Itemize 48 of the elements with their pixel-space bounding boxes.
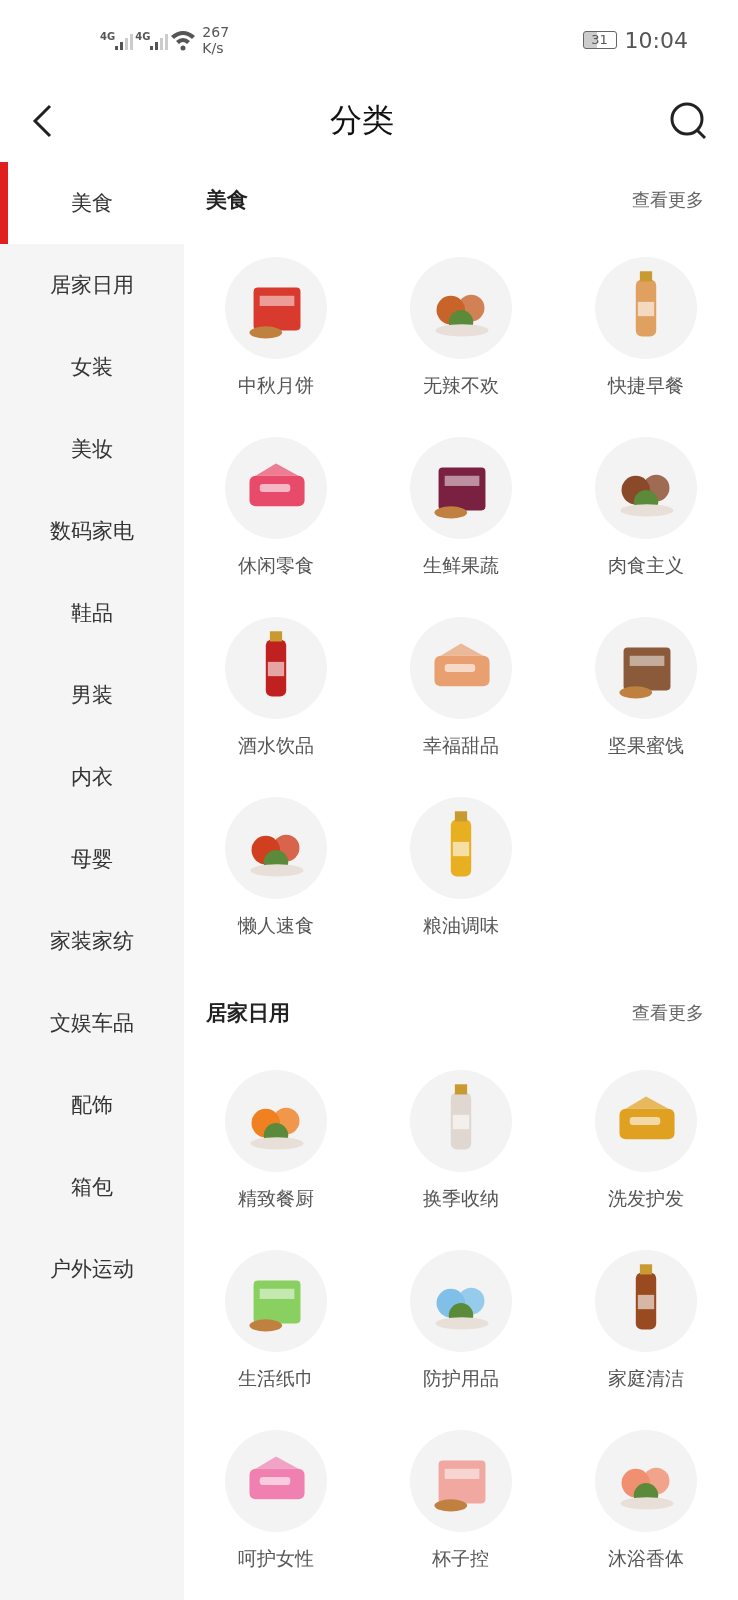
- category-label[interactable]: 沐浴香体: [607, 1546, 684, 1570]
- page-title: 分类: [330, 100, 394, 141]
- sidebar-item[interactable]: 美食: [0, 162, 184, 244]
- category-label[interactable]: 粮油调味: [423, 913, 499, 937]
- search-icon[interactable]: [670, 102, 708, 140]
- category-label[interactable]: 家庭清洁: [607, 1366, 684, 1390]
- network-type: 4G: [135, 30, 151, 42]
- network-speed: 267: [202, 24, 230, 40]
- see-more-link[interactable]: 查看更多: [632, 1001, 704, 1025]
- speed-unit: K/s: [202, 40, 225, 56]
- category-label[interactable]: 防护用品: [423, 1366, 499, 1390]
- category-label[interactable]: 生活纸巾: [238, 1366, 315, 1390]
- category-label[interactable]: 懒人速食: [238, 913, 315, 937]
- category-label[interactable]: 生鲜果蔬: [423, 553, 499, 577]
- battery-icon: 31: [582, 31, 617, 49]
- sidebar-item[interactable]: 内衣: [0, 736, 184, 818]
- sidebar-item[interactable]: 居家日用: [0, 244, 184, 326]
- sidebar-item[interactable]: 鞋品: [0, 572, 184, 654]
- category-label[interactable]: 休闲零食: [238, 553, 315, 577]
- network-type: 4G: [100, 30, 116, 42]
- category-label[interactable]: 快捷早餐: [607, 373, 684, 397]
- section-title: 居家日用: [206, 1000, 290, 1027]
- category-label[interactable]: 换季收纳: [423, 1186, 499, 1210]
- category-label[interactable]: 幸福甜品: [423, 733, 499, 757]
- category-label[interactable]: 杯子控: [432, 1546, 490, 1570]
- back-icon[interactable]: [30, 103, 54, 139]
- category-label[interactable]: 洗发护发: [607, 1186, 684, 1210]
- sidebar-item[interactable]: 户外运动: [0, 1228, 184, 1310]
- sidebar-item[interactable]: 文娱车品: [0, 982, 184, 1064]
- sidebar-item[interactable]: 女装: [0, 326, 184, 408]
- wifi-icon: [170, 29, 197, 51]
- category-label[interactable]: 中秋月饼: [238, 373, 315, 397]
- sidebar-item[interactable]: 家装家纺: [0, 900, 184, 982]
- category-label[interactable]: 呵护女性: [238, 1546, 315, 1570]
- category-label[interactable]: 坚果蜜饯: [607, 733, 684, 757]
- sidebar-item[interactable]: 箱包: [0, 1146, 184, 1228]
- see-more-link[interactable]: 查看更多: [632, 188, 704, 212]
- sidebar-item[interactable]: 母婴: [0, 818, 184, 900]
- category-label[interactable]: 肉食主义: [607, 553, 684, 577]
- category-label[interactable]: 酒水饮品: [238, 733, 315, 757]
- sidebar-item[interactable]: 数码家电: [0, 490, 184, 572]
- sidebar-item[interactable]: 配饰: [0, 1064, 184, 1146]
- sidebar-item[interactable]: 美妆: [0, 408, 184, 490]
- section-title: 美食: [206, 187, 248, 214]
- category-label[interactable]: 无辣不欢: [423, 373, 499, 397]
- clock: 10:04: [624, 27, 688, 53]
- category-label[interactable]: 精致餐厨: [238, 1186, 315, 1210]
- sidebar-item[interactable]: 男装: [0, 654, 184, 736]
